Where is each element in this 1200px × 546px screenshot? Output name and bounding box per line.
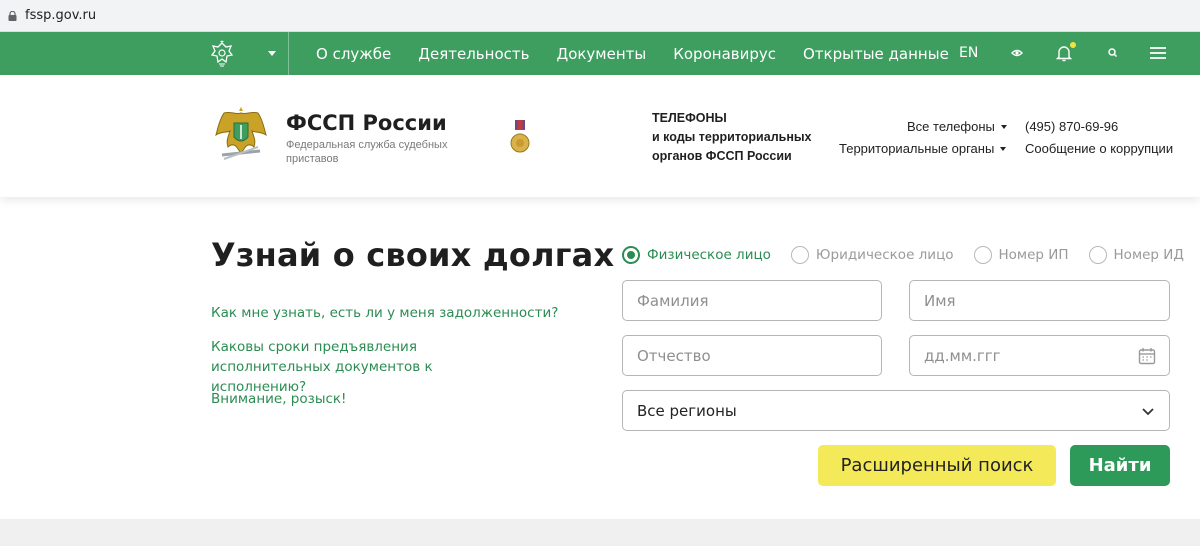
calendar-icon[interactable]: [1138, 347, 1156, 365]
emblem-icon[interactable]: [209, 40, 235, 68]
hotline-phone[interactable]: (495) 870-69-96: [1025, 119, 1118, 134]
region-select[interactable]: Все регионы: [622, 390, 1170, 431]
chevron-down-icon: [1142, 408, 1154, 416]
fssp-emblem-icon[interactable]: [214, 105, 268, 165]
footer-strip: [0, 519, 1200, 546]
page-title: Узнай о своих долгах: [211, 236, 615, 274]
radio-label: Юридическое лицо: [815, 247, 954, 263]
eye-icon[interactable]: [1007, 43, 1027, 63]
name-field[interactable]: [909, 280, 1170, 321]
all-phones-dropdown[interactable]: Все телефоны: [907, 119, 1007, 134]
radio-id-number[interactable]: Номер ИД: [1088, 246, 1184, 264]
all-phones-label: Все телефоны: [907, 119, 995, 134]
browser-url-bar[interactable]: fssp.gov.ru: [0, 0, 1200, 32]
birthdate-input[interactable]: [910, 336, 1169, 375]
debt-info-link[interactable]: Как мне узнать, есть ли у меня задолженн…: [211, 303, 558, 323]
radio-indicator[interactable]: [790, 246, 809, 264]
radio-indicator[interactable]: [1088, 246, 1107, 264]
org-title[interactable]: ФССП России: [286, 111, 447, 135]
search-type-radios: Физическое лицо Юридическое лицо Номер И…: [622, 246, 1200, 264]
nav-menu: О службе Деятельность Документы Коронави…: [316, 32, 976, 75]
nav-item-coronavirus[interactable]: Коронавирус: [673, 45, 776, 63]
nav-divider: [288, 32, 289, 75]
nav-item-open-data[interactable]: Открытые данные: [803, 45, 949, 63]
radio-label: Физическое лицо: [647, 247, 771, 263]
corruption-report-link[interactable]: Сообщение о коррупции: [1025, 141, 1173, 156]
territorial-organs-label: Территориальные органы: [839, 141, 995, 156]
patronymic-field[interactable]: [622, 335, 882, 376]
wanted-link[interactable]: Внимание, розыск!: [211, 389, 346, 409]
region-select-value: Все регионы: [637, 401, 737, 420]
find-button[interactable]: Найти: [1070, 445, 1170, 486]
notification-dot: [1070, 42, 1076, 48]
chevron-down-icon: [1000, 146, 1007, 151]
top-nav: О службе Деятельность Документы Коронави…: [0, 32, 1200, 75]
radio-indicator[interactable]: [973, 246, 992, 264]
medal-icon: [510, 120, 530, 153]
search-icon[interactable]: [1103, 43, 1123, 63]
surname-input[interactable]: [623, 281, 881, 320]
radio-ip-number[interactable]: Номер ИП: [973, 246, 1069, 264]
nav-item-documents[interactable]: Документы: [556, 45, 646, 63]
site-header: ФССП России Федеральная служба судебных …: [0, 75, 1200, 197]
advanced-search-button[interactable]: Расширенный поиск: [818, 445, 1056, 486]
phones-heading[interactable]: ТЕЛЕФОНЫ и коды территориальных органов …: [652, 109, 822, 166]
patronymic-input[interactable]: [623, 336, 881, 375]
lock-icon: [8, 10, 17, 21]
chevron-down-icon[interactable]: [268, 51, 276, 56]
language-switch[interactable]: EN: [959, 45, 978, 61]
nav-item-activity[interactable]: Деятельность: [418, 45, 529, 63]
nav-item-about[interactable]: О службе: [316, 45, 391, 63]
phones-title: ТЕЛЕФОНЫ: [652, 111, 727, 125]
territorial-organs-dropdown[interactable]: Территориальные органы: [839, 141, 1007, 156]
radio-legal-entity[interactable]: Юридическое лицо: [790, 246, 954, 264]
phones-subtitle: и коды территориальных органов ФССП Росс…: [652, 130, 812, 163]
birthdate-field[interactable]: [909, 335, 1170, 376]
org-subtitle: Федеральная служба судебных приставов: [286, 139, 448, 165]
name-input[interactable]: [910, 281, 1169, 320]
chevron-down-icon: [1000, 124, 1007, 129]
radio-label: Номер ИП: [998, 247, 1069, 263]
radio-individual[interactable]: Физическое лицо: [622, 246, 771, 264]
radio-label: Номер ИД: [1113, 247, 1184, 263]
menu-icon[interactable]: [1148, 43, 1168, 63]
deadlines-link[interactable]: Каковы сроки предъявления исполнительных…: [211, 337, 521, 397]
url-text[interactable]: fssp.gov.ru: [25, 8, 96, 23]
surname-field[interactable]: [622, 280, 882, 321]
radio-indicator[interactable]: [622, 246, 640, 264]
